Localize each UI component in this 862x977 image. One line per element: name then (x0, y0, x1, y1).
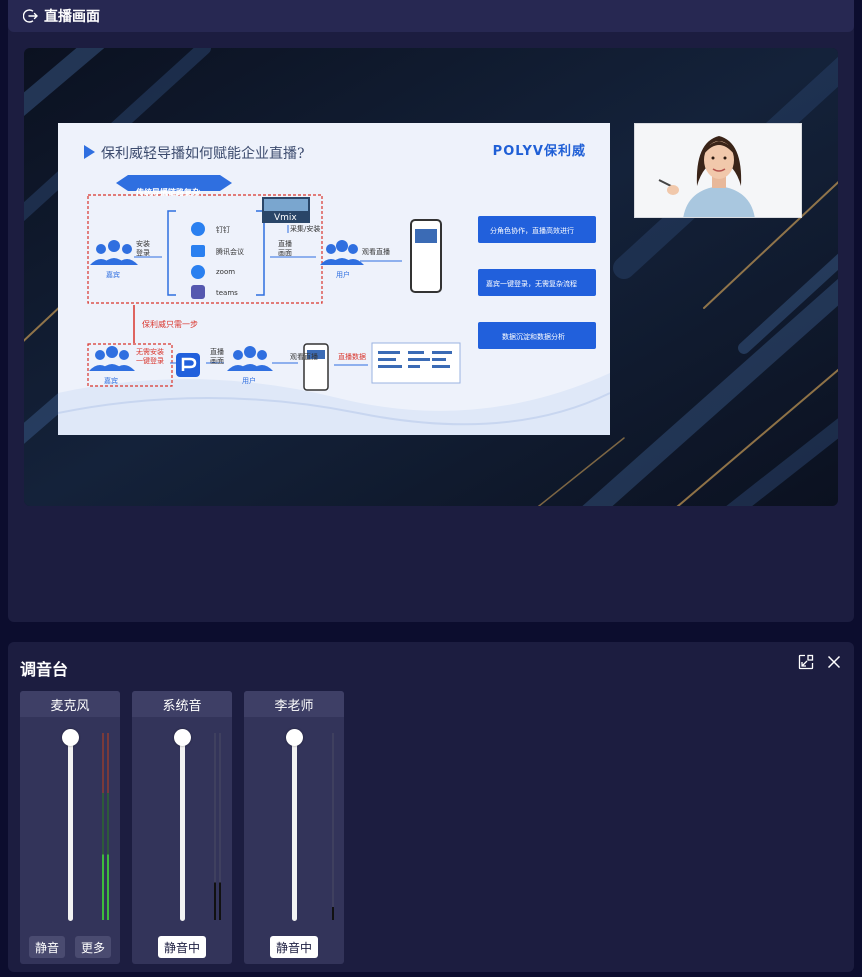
live-stage[interactable]: 保利威轻导播如何赋能企业直播? POLYV保利威 传统导播链路复杂 钉钉 腾讯会… (24, 48, 838, 506)
slide-watch: 观看直播 (362, 248, 390, 256)
channel-microphone: 麦克风 静音 更多 (20, 691, 120, 964)
level-meter-left (214, 733, 216, 920)
slide-tool-zoom: zoom (216, 268, 236, 276)
mute-button[interactable]: 静音 (29, 936, 65, 958)
audio-mixer-panel: 调音台 麦克风 静音 更多 系统音 静音中 李老师 静音中 (8, 642, 854, 972)
slide-tool-teams: teams (216, 289, 238, 297)
slide-banner-text: 传统导播链路复杂 (136, 188, 200, 197)
muted-button[interactable]: 静音中 (270, 936, 318, 958)
slide-live-data: 直播数据 (338, 353, 366, 361)
slide-tool-dingding: 钉钉 (216, 226, 230, 234)
presenter-video[interactable] (634, 123, 802, 218)
volume-fader-track[interactable] (68, 737, 73, 921)
presentation-slide: 保利威轻导播如何赋能企业直播? POLYV保利威 传统导播链路复杂 钉钉 腾讯会… (58, 123, 610, 435)
live-panel: 直播画面 保利威轻导播如何赋能企业直播? POLYV保利威 传统导播链路复杂 钉… (8, 0, 854, 622)
mixer-title: 调音台 (20, 660, 69, 679)
level-meter-right (219, 733, 221, 920)
slide-install-login: 安装 登录 (136, 240, 150, 257)
presenter-avatar (635, 124, 801, 217)
slide-step-note: 保利威只需一步 (142, 320, 198, 329)
slide-feature-1: 分角色协作，直播高效进行 (490, 227, 574, 235)
slide-no-install: 无需安装 一键登录 (136, 348, 164, 365)
more-button[interactable]: 更多 (75, 936, 111, 958)
volume-fader-track[interactable] (292, 737, 297, 921)
channel-system-audio: 系统音 静音中 (132, 691, 232, 964)
exit-icon[interactable] (23, 8, 39, 24)
channel-name: 麦克风 (20, 691, 120, 717)
level-meter-left (102, 733, 104, 920)
slide-guest: 嘉宾 (106, 271, 120, 279)
live-title: 直播画面 (44, 9, 100, 25)
level-meter (332, 733, 334, 920)
volume-fader-knob[interactable] (174, 729, 191, 746)
slide-watch-2: 观看直播 (290, 353, 318, 361)
pop-out-icon[interactable] (798, 654, 814, 670)
slide-feature-3: 数据沉淀和数据分析 (502, 333, 565, 341)
close-icon[interactable] (826, 654, 842, 670)
volume-fader-track[interactable] (180, 737, 185, 921)
slide-vmix: Vmix (274, 213, 297, 223)
volume-fader-knob[interactable] (286, 729, 303, 746)
slide-user-2: 用户 (242, 377, 256, 385)
mixer-actions (798, 654, 842, 670)
volume-fader-knob[interactable] (62, 729, 79, 746)
muted-button[interactable]: 静音中 (158, 936, 206, 958)
slide-guest-2: 嘉宾 (104, 377, 118, 385)
slide-tool-tencent: 腾讯会议 (216, 248, 244, 256)
live-header: 直播画面 (8, 0, 854, 32)
slide-capture: 采集/安装 (290, 225, 321, 233)
slide-live-view-2: 直播 画面 (210, 348, 224, 365)
slide-user: 用户 (336, 271, 350, 279)
slide-feature-2: 嘉宾一键登录，无需复杂流程 (486, 280, 577, 288)
channel-name: 系统音 (132, 691, 232, 717)
channel-teacher-li: 李老师 静音中 (244, 691, 344, 964)
channel-name: 李老师 (244, 691, 344, 717)
level-meter-right (107, 733, 109, 920)
slide-live-view: 直播 画面 (278, 240, 292, 257)
